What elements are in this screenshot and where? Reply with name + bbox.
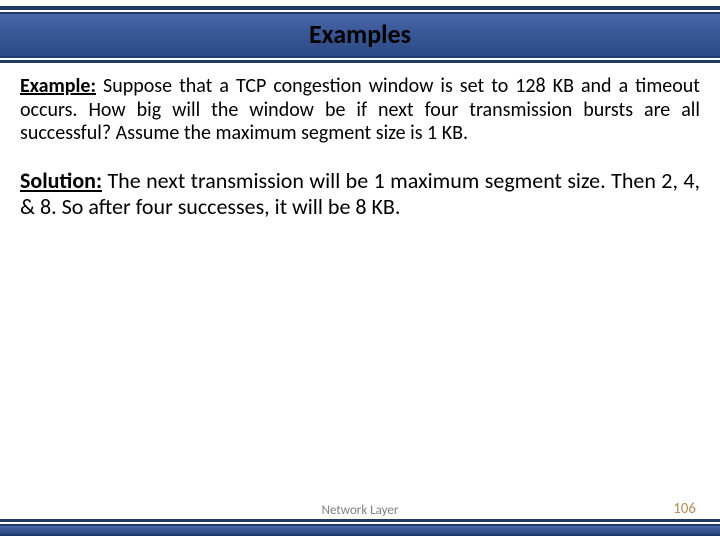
- example-paragraph: Example: Suppose that a TCP congestion w…: [20, 75, 700, 146]
- page-number: 106: [673, 500, 696, 518]
- footer-bar: [0, 524, 720, 536]
- slide: Examples Example: Suppose that a TCP con…: [0, 6, 720, 540]
- header: Examples: [0, 6, 720, 63]
- title-bar: Examples: [0, 12, 720, 58]
- content-area: Example: Suppose that a TCP congestion w…: [0, 63, 720, 220]
- footer-rule: [0, 519, 720, 522]
- footer-label: Network Layer: [0, 503, 720, 518]
- solution-text: The next transmission will be 1 maximum …: [20, 167, 700, 220]
- solution-paragraph: Solution: The next transmission will be …: [20, 168, 700, 220]
- solution-label: Solution:: [20, 167, 102, 194]
- footer: Network Layer 106: [0, 519, 720, 536]
- example-text: Suppose that a TCP congestion window is …: [20, 74, 700, 145]
- example-label: Example:: [20, 74, 96, 98]
- slide-title: Examples: [309, 18, 411, 50]
- top-rule: [0, 6, 720, 10]
